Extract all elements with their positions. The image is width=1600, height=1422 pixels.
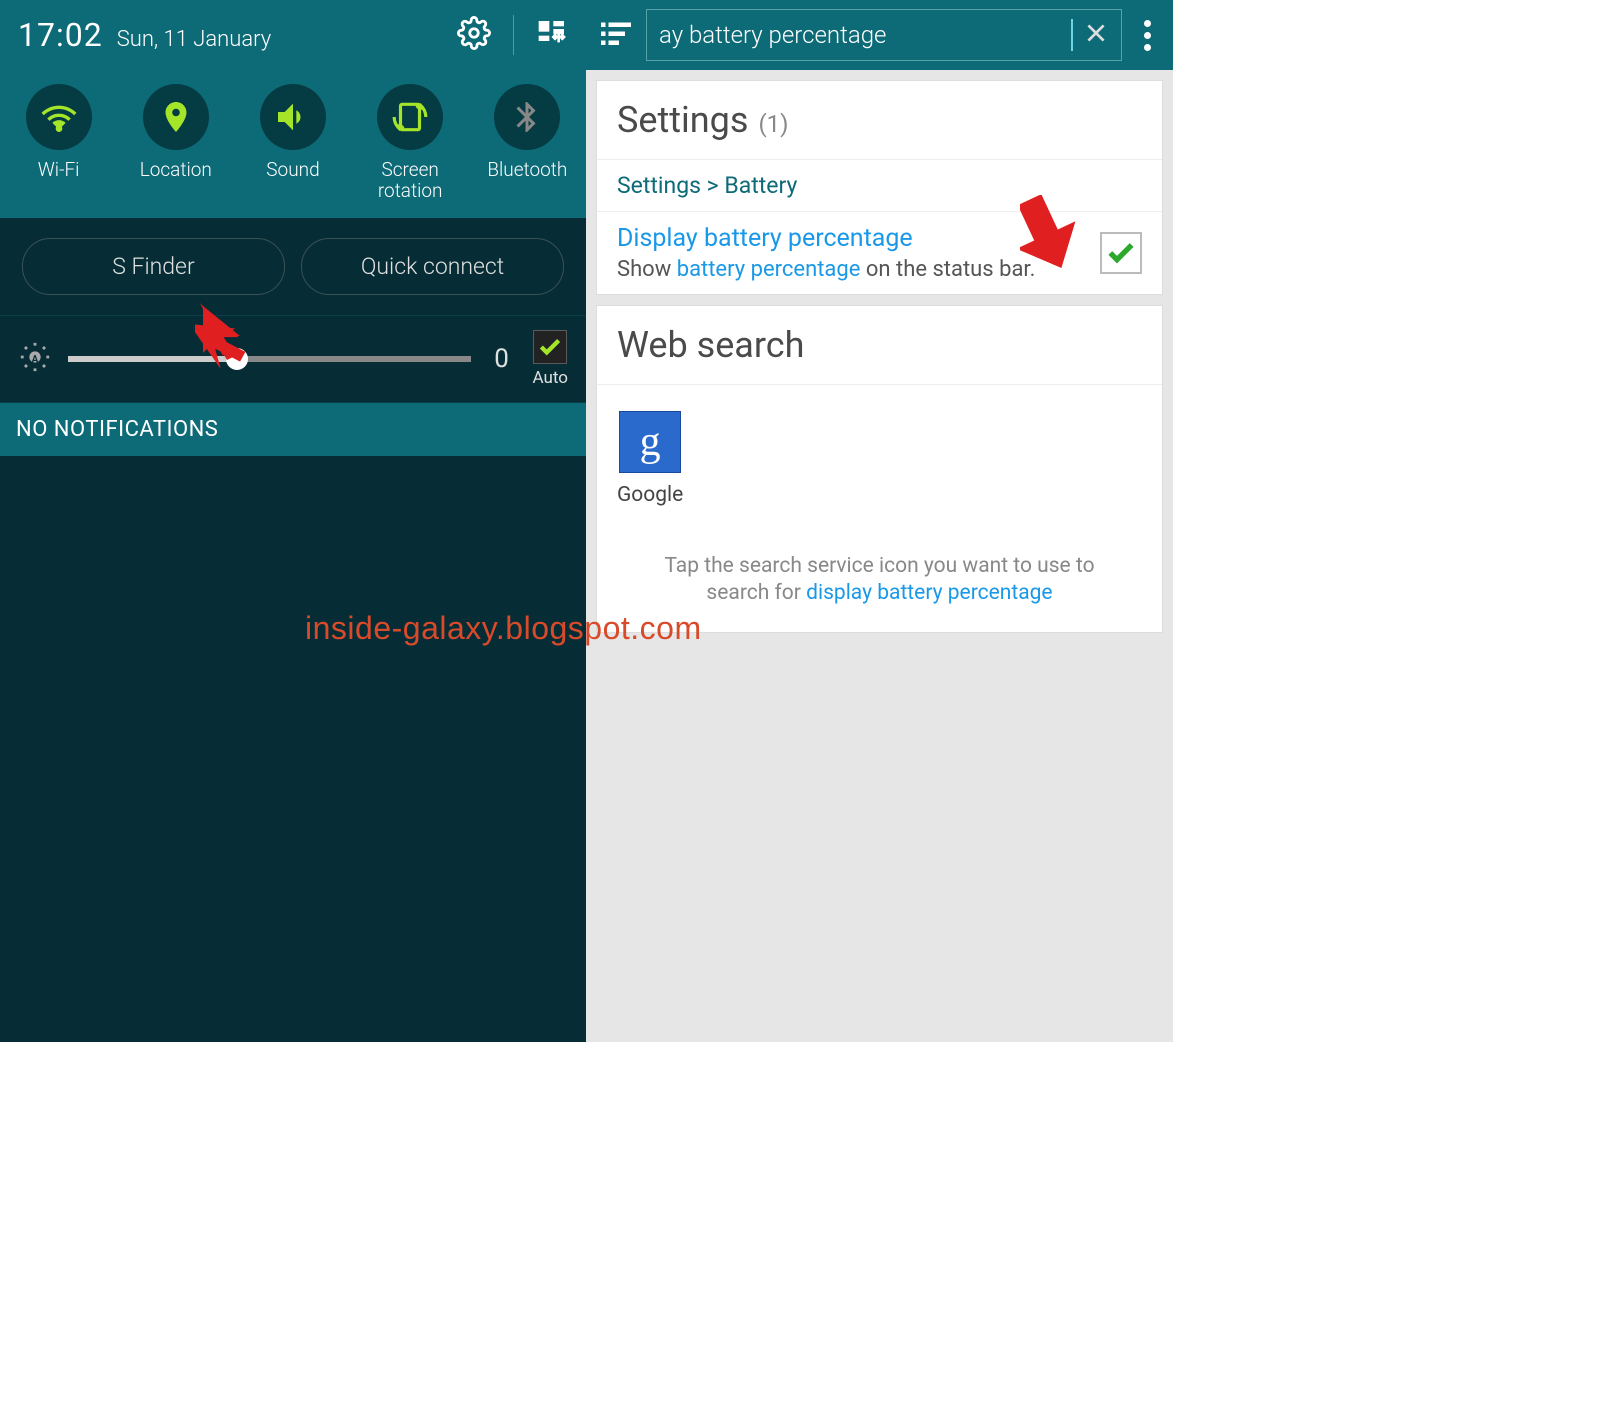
google-search-option[interactable]: g Google — [617, 411, 683, 507]
tile-grid-icon[interactable] — [536, 17, 568, 53]
toggle-location-label: Location — [140, 160, 212, 181]
toggle-sound[interactable]: Sound — [238, 84, 348, 202]
toggle-sound-label: Sound — [266, 160, 319, 181]
auto-brightness-checkbox[interactable] — [533, 330, 567, 364]
result-description: Show battery percentage on the status ba… — [617, 257, 1086, 282]
quick-toggles-row: Wi-Fi Location Sound Screen rotation — [0, 70, 586, 218]
notification-area — [0, 456, 586, 1042]
sound-icon — [273, 97, 313, 137]
toggle-location[interactable]: Location — [121, 84, 231, 202]
search-query-text: ay battery percentage — [659, 21, 1061, 49]
slider-thumb[interactable] — [226, 348, 248, 370]
settings-result-count: (1) — [758, 110, 788, 138]
settings-result-item[interactable]: Display battery percentage Show battery … — [597, 211, 1162, 294]
clock-date: Sun, 11 January — [117, 27, 272, 52]
location-icon — [158, 99, 194, 135]
toggle-rotation-label: Screen rotation — [355, 160, 465, 202]
s-finder-button[interactable]: S Finder — [22, 238, 285, 295]
svg-text:A: A — [32, 354, 39, 365]
toggle-bluetooth-label: Bluetooth — [487, 160, 567, 181]
quick-connect-button[interactable]: Quick connect — [301, 238, 564, 295]
settings-title-text: Settings — [617, 99, 748, 141]
google-label: Google — [617, 483, 683, 507]
brightness-slider[interactable] — [68, 356, 471, 362]
toggle-wifi-label: Wi-Fi — [38, 160, 80, 181]
brightness-auto-icon: A — [18, 340, 52, 378]
overflow-menu-icon[interactable] — [1134, 20, 1161, 51]
brightness-row: A 0 Auto — [0, 316, 586, 403]
clear-search-icon[interactable] — [1083, 20, 1109, 50]
google-icon: g — [619, 411, 681, 473]
brightness-value: 0 — [487, 344, 517, 374]
action-buttons-row: S Finder Quick connect — [0, 218, 586, 316]
screen-rotation-icon — [391, 98, 429, 136]
settings-card-title: Settings (1) — [597, 81, 1162, 159]
toggle-wifi[interactable]: Wi-Fi — [4, 84, 114, 202]
auto-brightness-label: Auto — [533, 368, 568, 388]
bluetooth-icon — [509, 99, 545, 135]
web-search-title: Web search — [597, 306, 1162, 385]
settings-breadcrumb: Settings > Battery — [597, 159, 1162, 211]
toggle-screen-rotation[interactable]: Screen rotation — [355, 84, 465, 202]
divider — [513, 15, 514, 55]
web-search-card: Web search g Google Tap the search servi… — [596, 305, 1163, 633]
web-search-tip: Tap the search service icon you want to … — [597, 533, 1162, 632]
clock-time: 17:02 — [18, 16, 103, 54]
wifi-icon — [39, 97, 79, 137]
search-input[interactable]: ay battery percentage — [646, 9, 1122, 61]
no-notifications-label: NO NOTIFICATIONS — [0, 403, 586, 456]
result-checkbox[interactable] — [1100, 232, 1142, 274]
filter-list-icon[interactable] — [598, 15, 634, 55]
result-title: Display battery percentage — [617, 224, 1086, 253]
gear-icon[interactable] — [457, 16, 491, 54]
status-header: 17:02 Sun, 11 January — [0, 0, 586, 70]
notification-shade: 17:02 Sun, 11 January Wi-Fi — [0, 0, 586, 1042]
search-header: ay battery percentage — [586, 0, 1173, 70]
text-cursor — [1071, 19, 1073, 51]
sfinder-panel: ay battery percentage Settings (1) Setti… — [586, 0, 1173, 1042]
settings-results-card: Settings (1) Settings > Battery Display … — [596, 80, 1163, 295]
toggle-bluetooth[interactable]: Bluetooth — [472, 84, 582, 202]
